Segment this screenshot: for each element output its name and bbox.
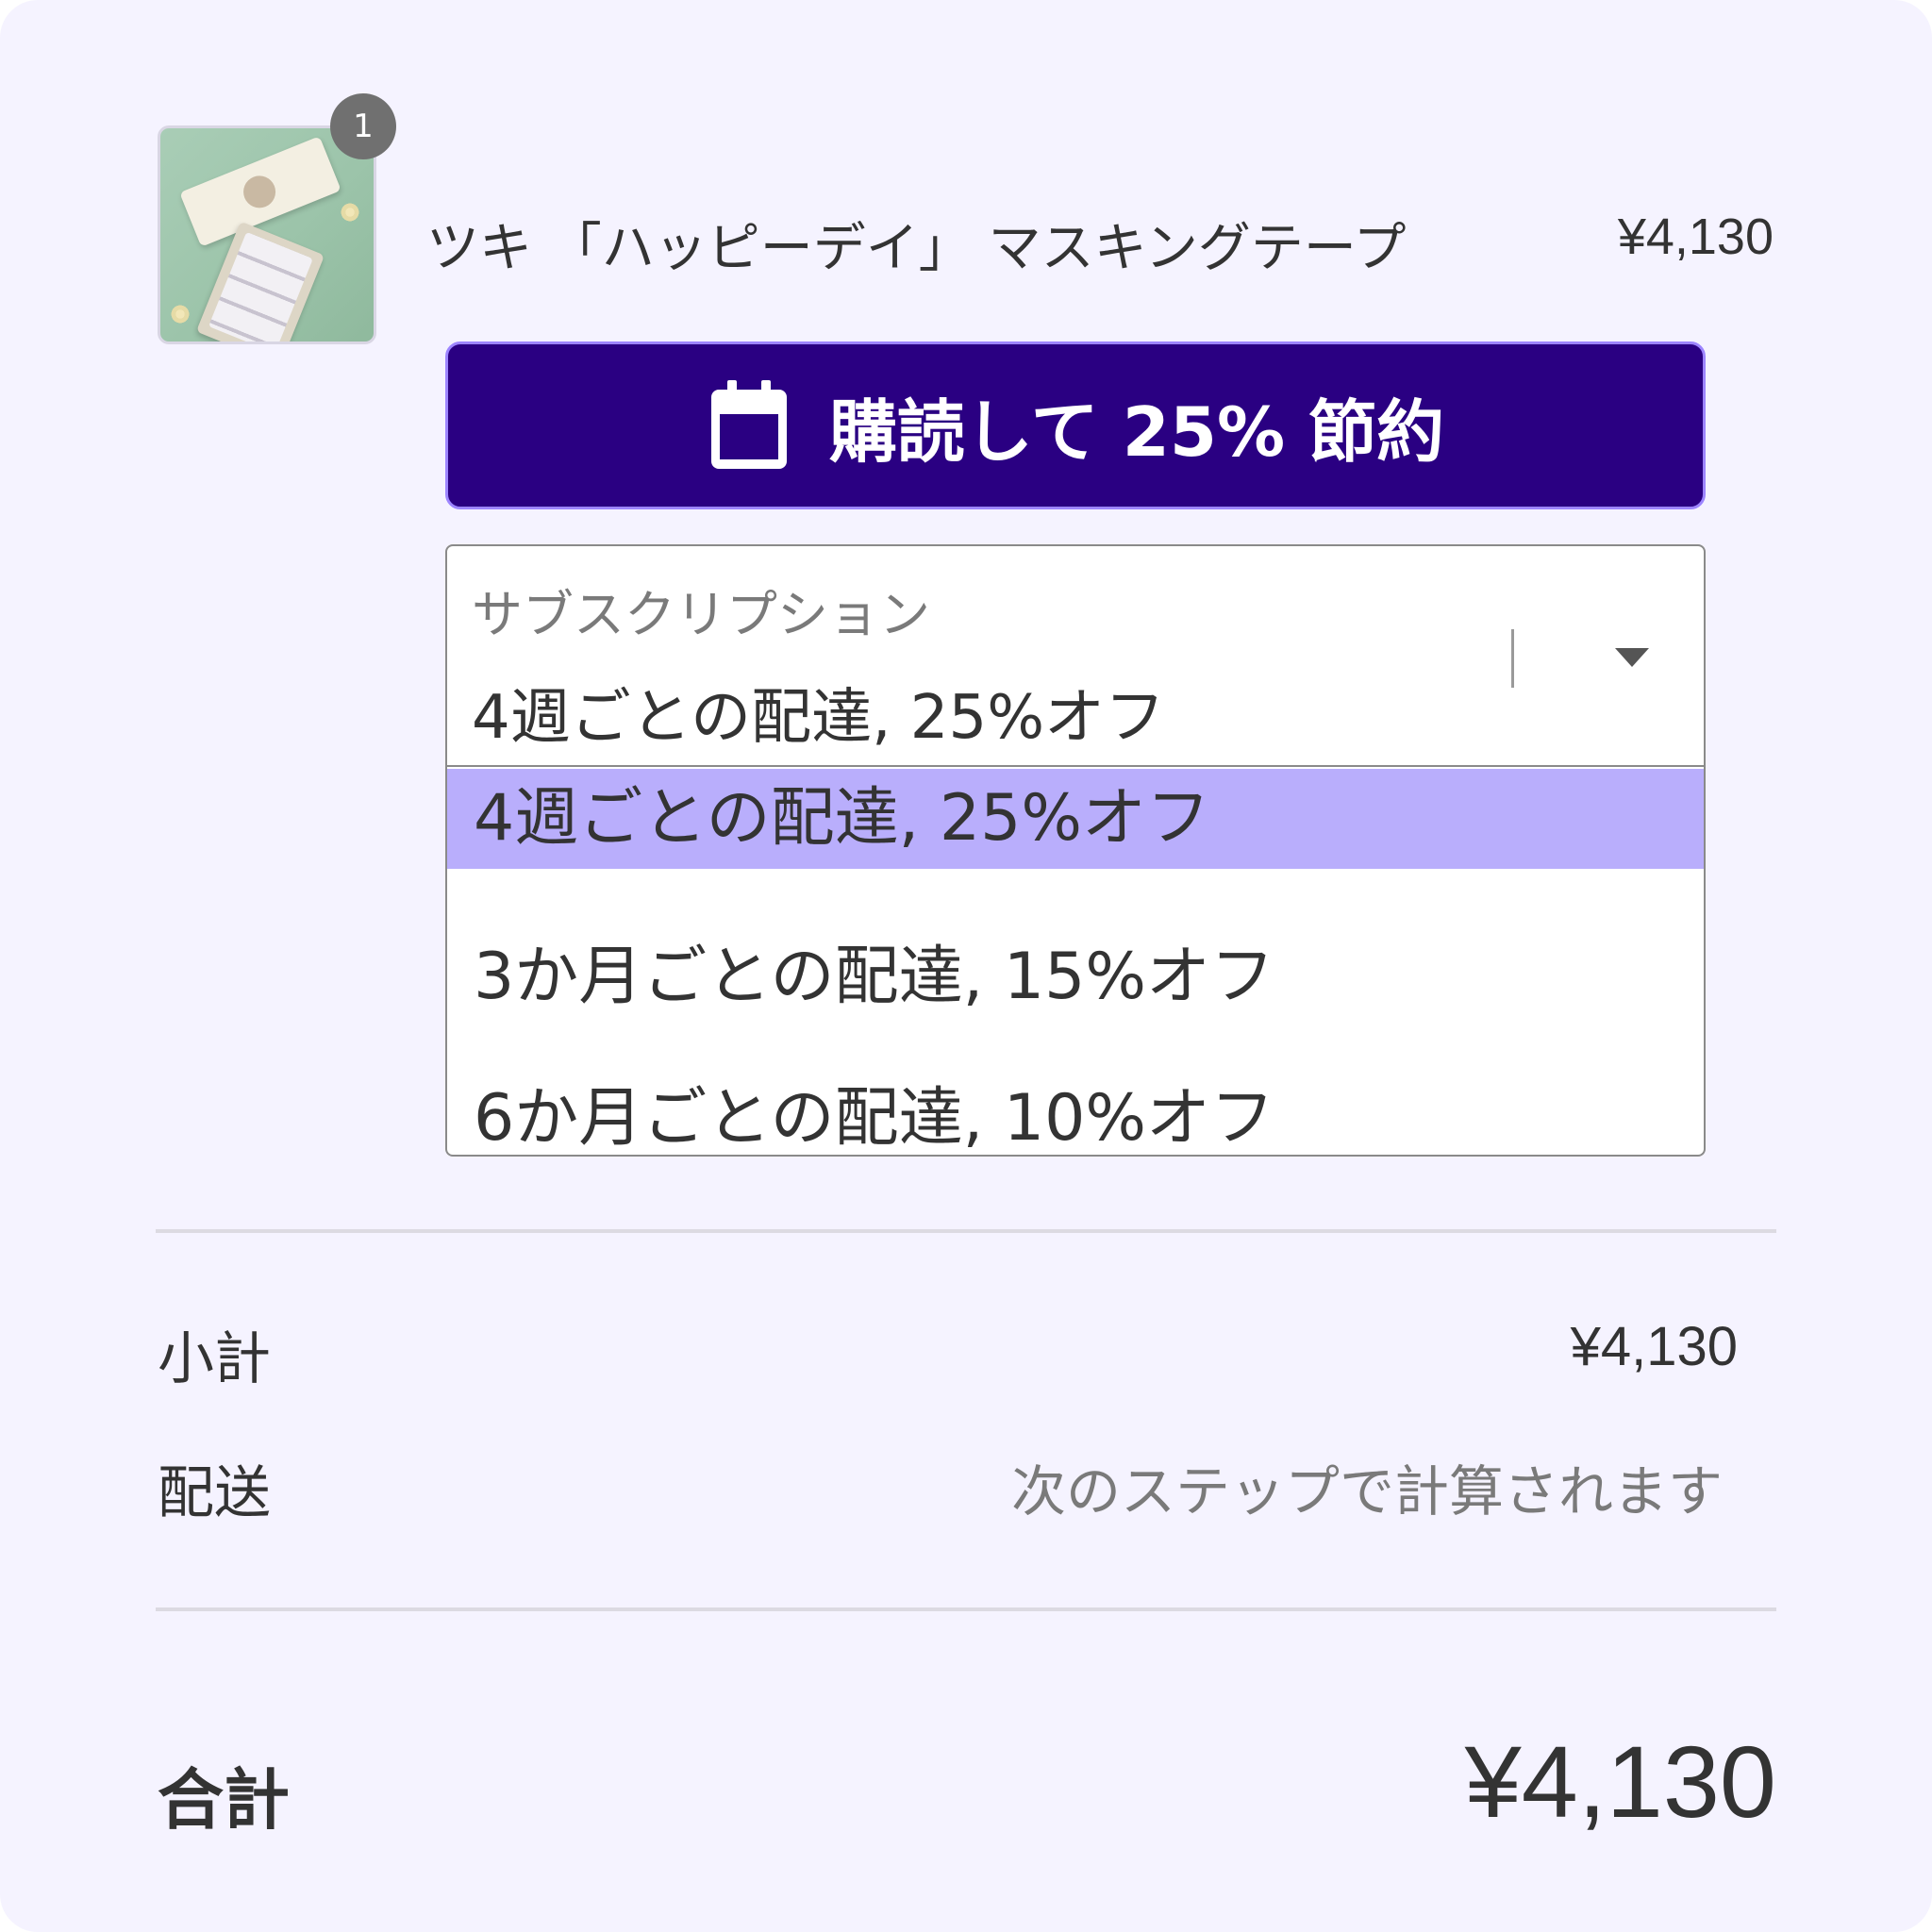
subscribe-button-label: 購読して 25% 節約 xyxy=(828,391,1445,472)
flower-decoration xyxy=(340,202,360,223)
subscribe-button[interactable]: 購読して 25% 節約 xyxy=(445,341,1706,509)
product-price: ¥4,130 xyxy=(1617,208,1774,265)
select-separator xyxy=(1511,629,1514,688)
subscription-select-label: サブスクリプション xyxy=(472,585,930,644)
subtotal-value: ¥4,130 xyxy=(1570,1316,1738,1377)
divider xyxy=(156,1229,1776,1233)
shipping-value: 次のステップで計算されます xyxy=(1010,1459,1723,1524)
subscription-option[interactable]: 3か月ごとの配達, 15%オフ xyxy=(447,925,1704,1029)
subscription-option[interactable]: 4週ごとの配達, 25%オフ xyxy=(447,769,1704,869)
subscription-selected-value: 4週ごとの配達, 25%オフ xyxy=(472,683,1166,753)
subscription-options-list: 4週ごとの配達, 25%オフ 3か月ごとの配達, 15%オフ 6か月ごとの配達,… xyxy=(445,767,1706,1157)
divider xyxy=(156,1607,1776,1611)
total-value: ¥4,130 xyxy=(1464,1724,1776,1839)
flower-decoration xyxy=(170,304,191,325)
order-summary-card: 1 ツキ 「ハッピーデイ」 マスキングテープ ¥4,130 購読して 25% 節… xyxy=(0,0,1932,1932)
total-label: 合計 xyxy=(158,1761,290,1839)
subscription-option[interactable]: 6か月ごとの配達, 10%オフ xyxy=(447,1067,1704,1155)
quantity-badge: 1 xyxy=(330,93,396,159)
product-image xyxy=(158,125,376,344)
calendar-icon xyxy=(710,380,787,469)
chevron-down-icon[interactable] xyxy=(1615,648,1649,667)
shipping-label: 配送 xyxy=(158,1460,271,1526)
subscription-select[interactable]: サブスクリプション 4週ごとの配達, 25%オフ xyxy=(445,544,1706,767)
subtotal-label: 小計 xyxy=(158,1326,271,1392)
product-name: ツキ 「ハッピーデイ」 マスキングテープ xyxy=(426,218,1407,279)
